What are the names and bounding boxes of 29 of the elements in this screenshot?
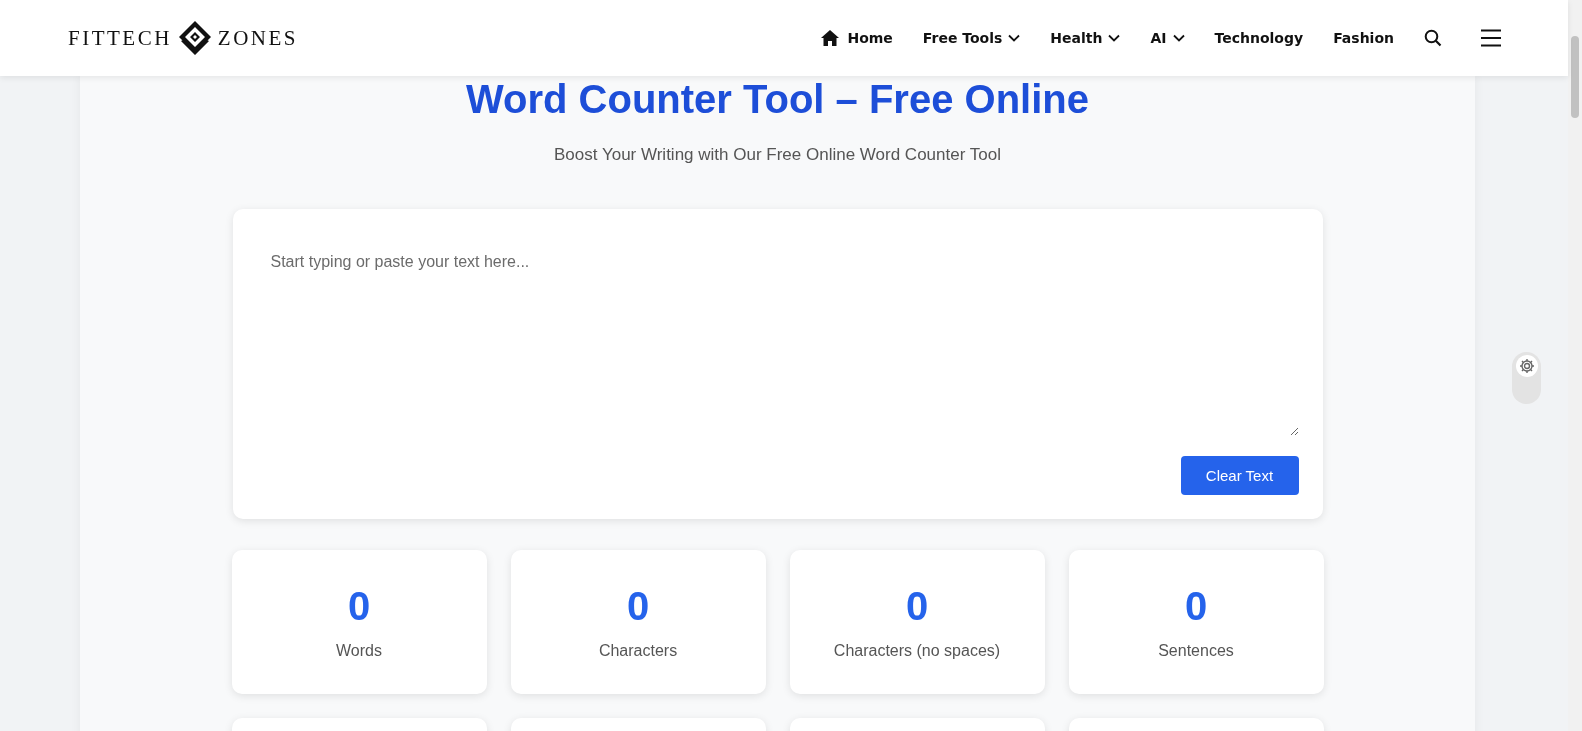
logo-text[interactable]: FITTECH (68, 25, 172, 51)
page-subtitle: Boost Your Writing with Our Free Online Word Counter Tool (554, 145, 1001, 165)
stat-label: Sentences (1158, 642, 1234, 660)
stat-label: Words (336, 642, 382, 660)
settings-icon[interactable] (1514, 354, 1539, 378)
stat-value: 0 (1184, 584, 1208, 628)
clear-text-button[interactable]: Clear Text (1180, 456, 1299, 495)
stat-value: 0 (905, 584, 929, 628)
logo-text[interactable]: ZONES (217, 25, 298, 51)
scrollbar[interactable] (1568, 0, 1582, 731)
stat-label: Characters (no spaces) (833, 642, 1001, 660)
chevron-down-icon (1172, 34, 1185, 42)
nav-link[interactable]: Fashion (1333, 30, 1394, 46)
nav-link[interactable]: AI (1150, 30, 1185, 46)
stat-label: Characters (598, 642, 678, 660)
chevron-down-icon (1108, 34, 1121, 42)
stat-value: 0 (347, 584, 371, 628)
chevron-down-icon (1008, 34, 1021, 42)
nav-link[interactable]: Home (821, 30, 893, 46)
menu-icon[interactable] (1480, 29, 1502, 47)
search-icon[interactable] (1424, 29, 1442, 47)
nav-link[interactable]: Health (1050, 30, 1121, 46)
diamond-logo-icon[interactable] (177, 20, 212, 56)
stat-value: 0 (626, 584, 650, 628)
page-title: Word Counter Tool – Free Online (466, 76, 1089, 122)
nav-link[interactable]: Technology (1214, 30, 1304, 46)
nav-link[interactable]: Free Tools (922, 30, 1021, 46)
settings-toggle[interactable] (1512, 352, 1541, 404)
home-icon (821, 30, 840, 46)
